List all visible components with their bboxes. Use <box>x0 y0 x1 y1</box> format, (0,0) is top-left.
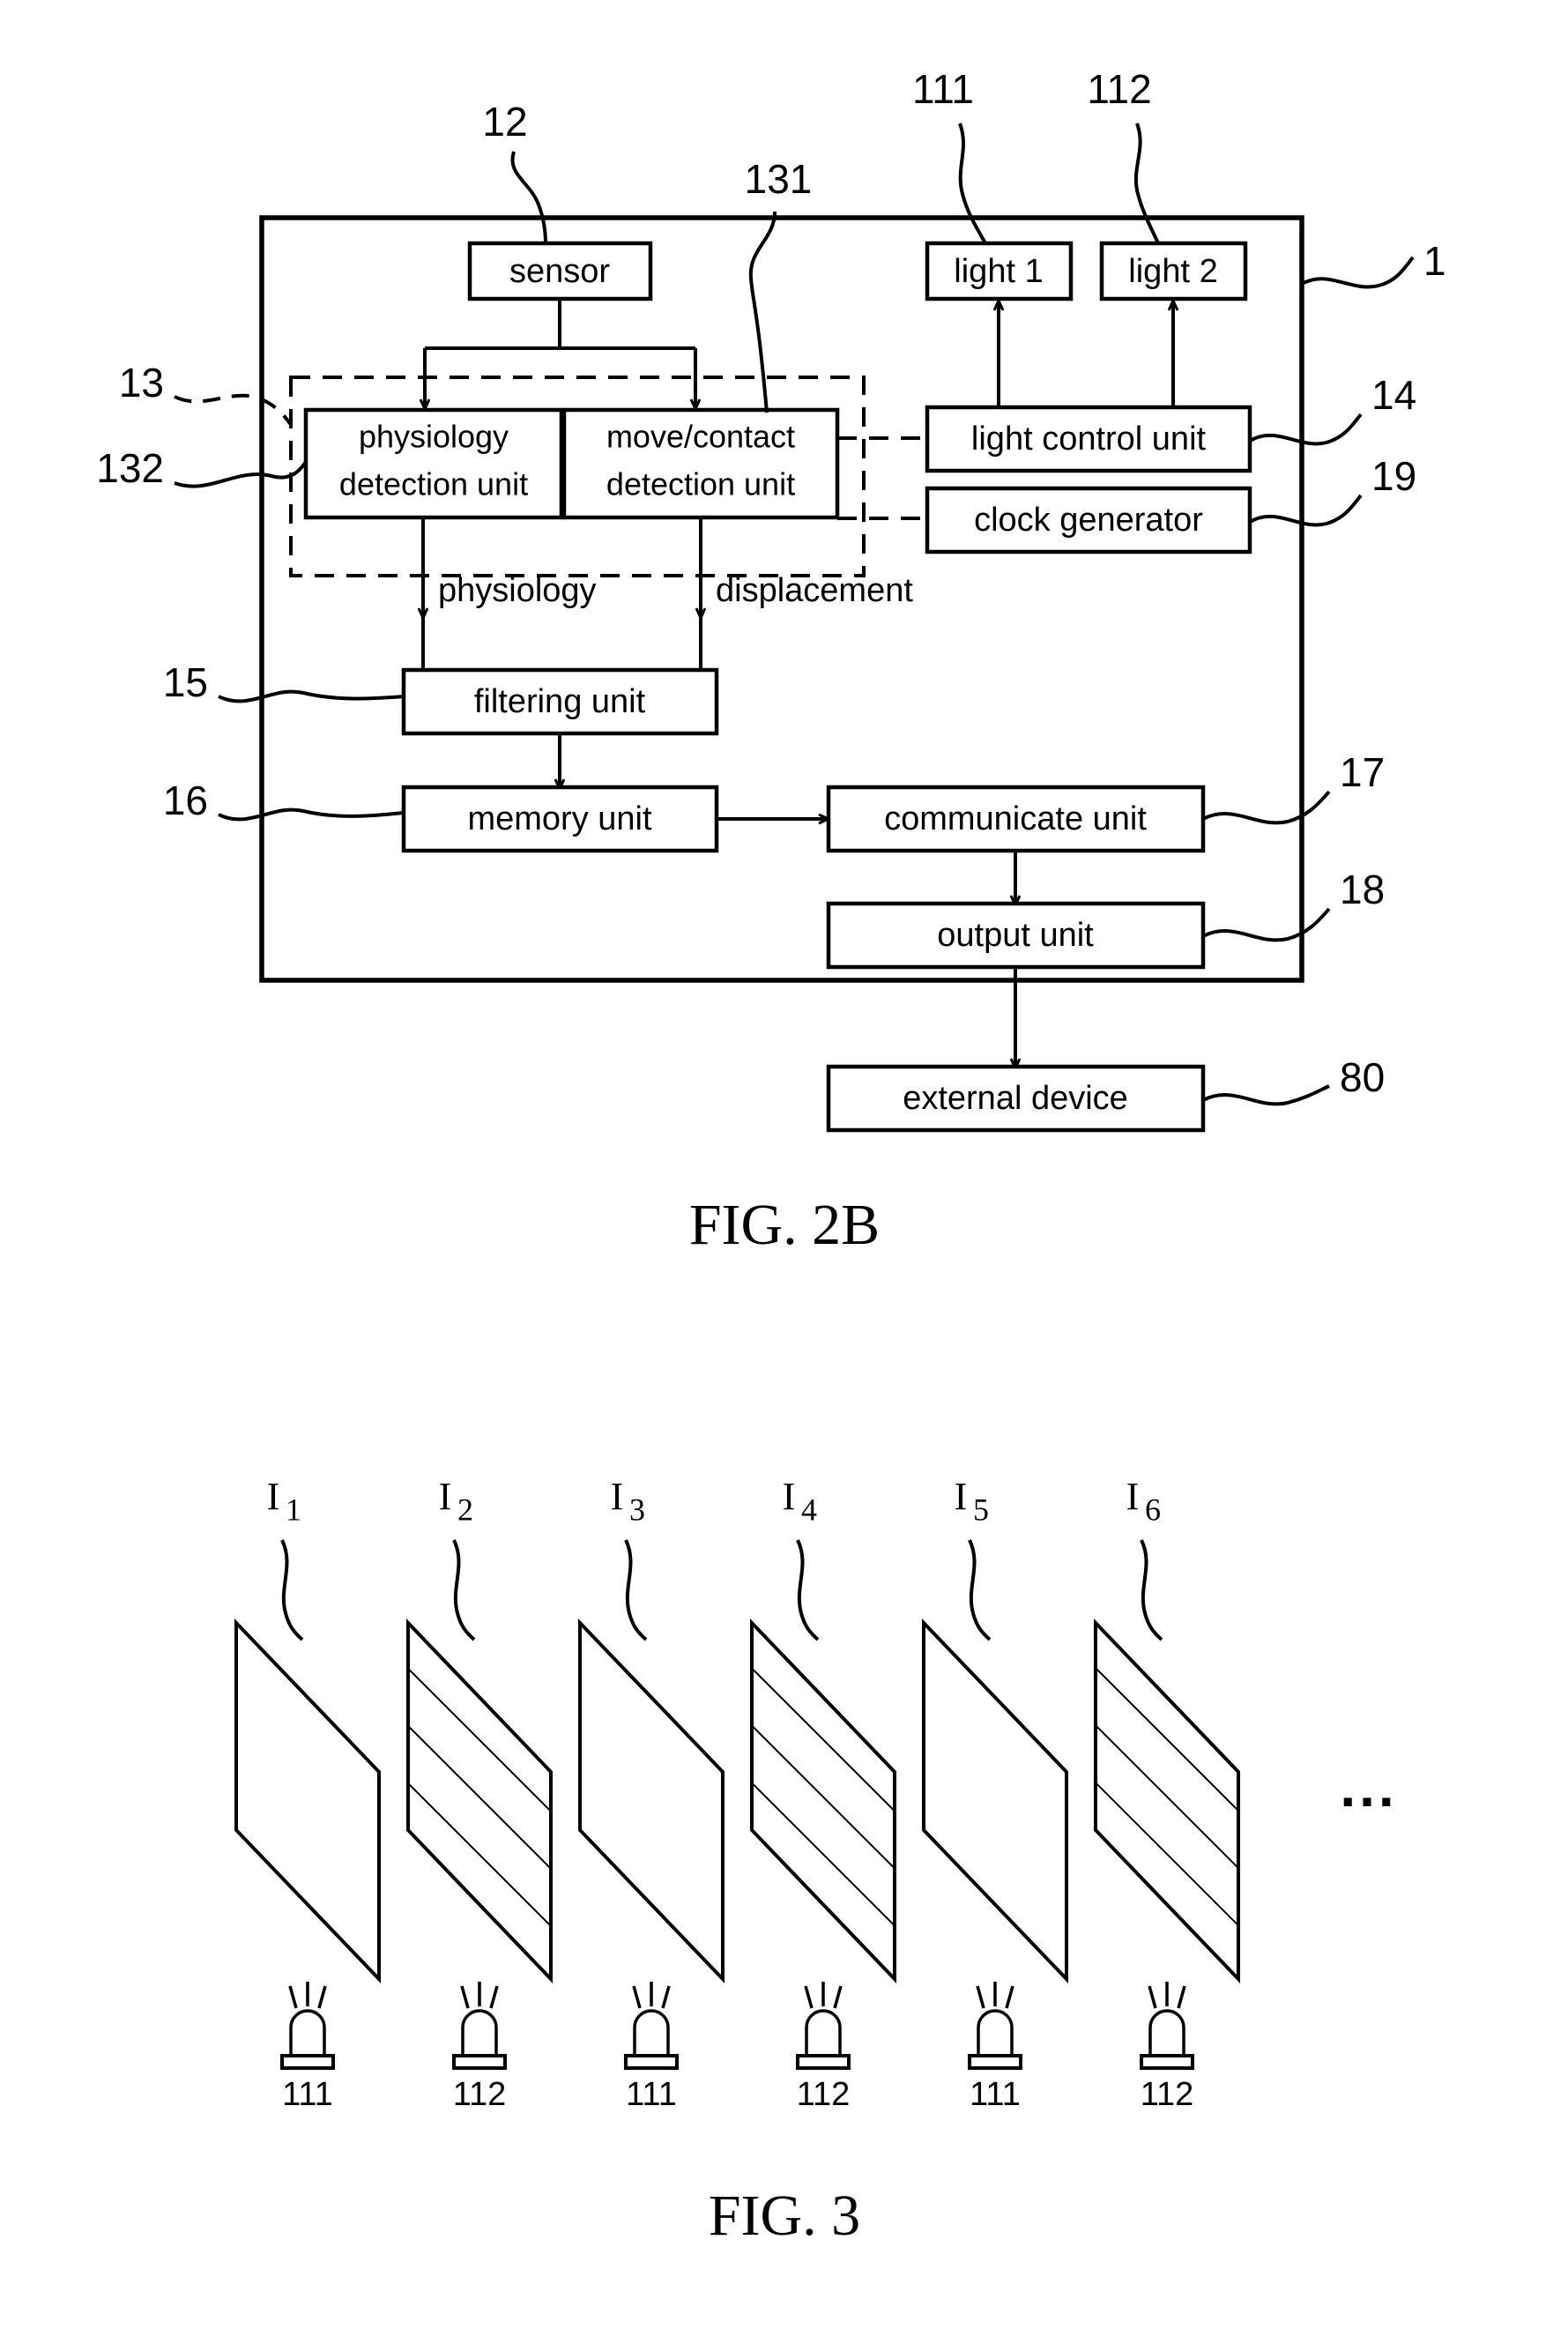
patent-drawing-sheet: sensor physiology detection unit move/co… <box>0 0 1568 2329</box>
block-physiology-detection-unit-label-line2: detection unit <box>339 466 528 502</box>
ref-number-15: 15 <box>163 659 208 705</box>
leader-line-132 <box>174 460 308 488</box>
block-external-device-label: external device <box>903 1080 1128 1117</box>
frame-label-3: I <box>611 1475 624 1518</box>
block-light-1-label: light 1 <box>954 253 1043 290</box>
frame-parallelogram-6 <box>1094 1618 1240 1983</box>
leader-line-111 <box>958 123 987 244</box>
leader-line-15 <box>218 689 405 703</box>
ref-number-131: 131 <box>745 156 813 202</box>
block-clock-generator-label: clock generator <box>974 502 1203 539</box>
frame-label-2: I <box>439 1475 452 1518</box>
ref-number-18: 18 <box>1340 867 1385 912</box>
frame-label-subscript-6: 6 <box>1145 1492 1161 1527</box>
frame-parallelogram-4 <box>750 1618 896 1983</box>
block-memory-unit-label: memory unit <box>467 800 651 837</box>
block-filtering-unit-label: filtering unit <box>474 683 646 720</box>
ref-number-112: 112 <box>1087 66 1151 112</box>
leader-line-80 <box>1202 1084 1330 1106</box>
leader-line-19 <box>1248 494 1363 527</box>
lamp-label-5: 111 <box>970 2076 1021 2113</box>
figure-3-caption: FIG. 3 <box>709 2184 860 2248</box>
frames-continuation-ellipsis: ... <box>1340 1755 1397 1819</box>
leader-line-1 <box>1301 256 1415 289</box>
frame-label-subscript-4: 4 <box>801 1492 817 1527</box>
block-output-unit-label: output unit <box>937 917 1094 954</box>
ref-number-132: 132 <box>96 445 164 491</box>
ref-number-13: 13 <box>119 360 164 406</box>
ref-number-14: 14 <box>1371 372 1416 418</box>
block-sensor-label: sensor <box>509 253 610 290</box>
lamp-label-1: 111 <box>282 2076 333 2113</box>
lamp-icon-5 <box>968 1982 1022 2070</box>
block-light-control-unit-label: light control unit <box>971 420 1207 458</box>
figure-2b: sensor physiology detection unit move/co… <box>96 66 1446 2248</box>
leader-line-18 <box>1202 907 1331 942</box>
frame-label-1: I <box>267 1475 280 1518</box>
frame-label-5: I <box>955 1475 968 1518</box>
frame-parallelogram-2 <box>406 1618 553 1983</box>
frame-label-6: I <box>1126 1475 1140 1518</box>
leader-line-16 <box>218 807 405 822</box>
leader-line-131 <box>748 211 777 413</box>
leader-line-frame-1 <box>280 1539 304 1641</box>
lamp-icon-1 <box>280 1982 335 2070</box>
block-communicate-unit-label: communicate unit <box>884 800 1147 837</box>
ref-number-80: 80 <box>1340 1054 1385 1100</box>
frame-label-4: I <box>783 1475 796 1518</box>
leader-line-frame-2 <box>452 1539 476 1641</box>
ref-number-19: 19 <box>1371 453 1416 499</box>
lamp-label-2: 112 <box>453 2076 507 2113</box>
frame-parallelogram-3 <box>578 1618 725 1983</box>
ref-number-16: 16 <box>163 778 208 823</box>
leader-line-12 <box>510 151 547 244</box>
block-move-contact-detection-unit-label-line2: detection unit <box>606 466 795 502</box>
frame-parallelogram-1 <box>234 1618 381 1983</box>
ref-number-1: 1 <box>1423 238 1446 284</box>
leader-line-13 <box>174 393 293 427</box>
leader-line-14 <box>1248 413 1363 446</box>
figure-2b-caption: FIG. 2B <box>689 1193 880 1257</box>
frame-label-subscript-5: 5 <box>973 1492 989 1527</box>
leader-line-frame-5 <box>968 1539 992 1641</box>
block-physiology-detection-unit-label-line1: physiology <box>359 419 509 455</box>
lamp-label-6: 112 <box>1141 2076 1194 2113</box>
frame-label-subscript-2: 2 <box>457 1492 473 1527</box>
ref-number-111: 111 <box>912 66 974 112</box>
lamp-icon-4 <box>796 1982 851 2070</box>
leader-line-112 <box>1133 123 1160 244</box>
frame-parallelogram-5 <box>922 1618 1068 1983</box>
block-move-contact-detection-unit-label-line1: move/contact <box>606 419 795 455</box>
leader-line-17 <box>1202 790 1331 825</box>
lamp-icon-2 <box>452 1982 507 2070</box>
lamp-icon-3 <box>624 1982 679 2070</box>
leader-line-frame-4 <box>796 1539 820 1641</box>
frame-label-subscript-3: 3 <box>629 1492 645 1527</box>
lamp-icon-6 <box>1140 1982 1194 2070</box>
leader-line-frame-6 <box>1140 1539 1163 1641</box>
signal-label-physiology: physiology <box>438 572 597 609</box>
lamp-label-3: 111 <box>626 2076 677 2113</box>
frame-label-subscript-1: 1 <box>286 1492 301 1527</box>
leader-line-frame-3 <box>624 1539 648 1641</box>
ref-number-17: 17 <box>1340 749 1385 795</box>
signal-label-displacement: displacement <box>716 572 913 609</box>
block-light-2-label: light 2 <box>1128 253 1217 290</box>
ref-number-12: 12 <box>482 99 527 145</box>
lamp-label-4: 112 <box>797 2076 851 2113</box>
